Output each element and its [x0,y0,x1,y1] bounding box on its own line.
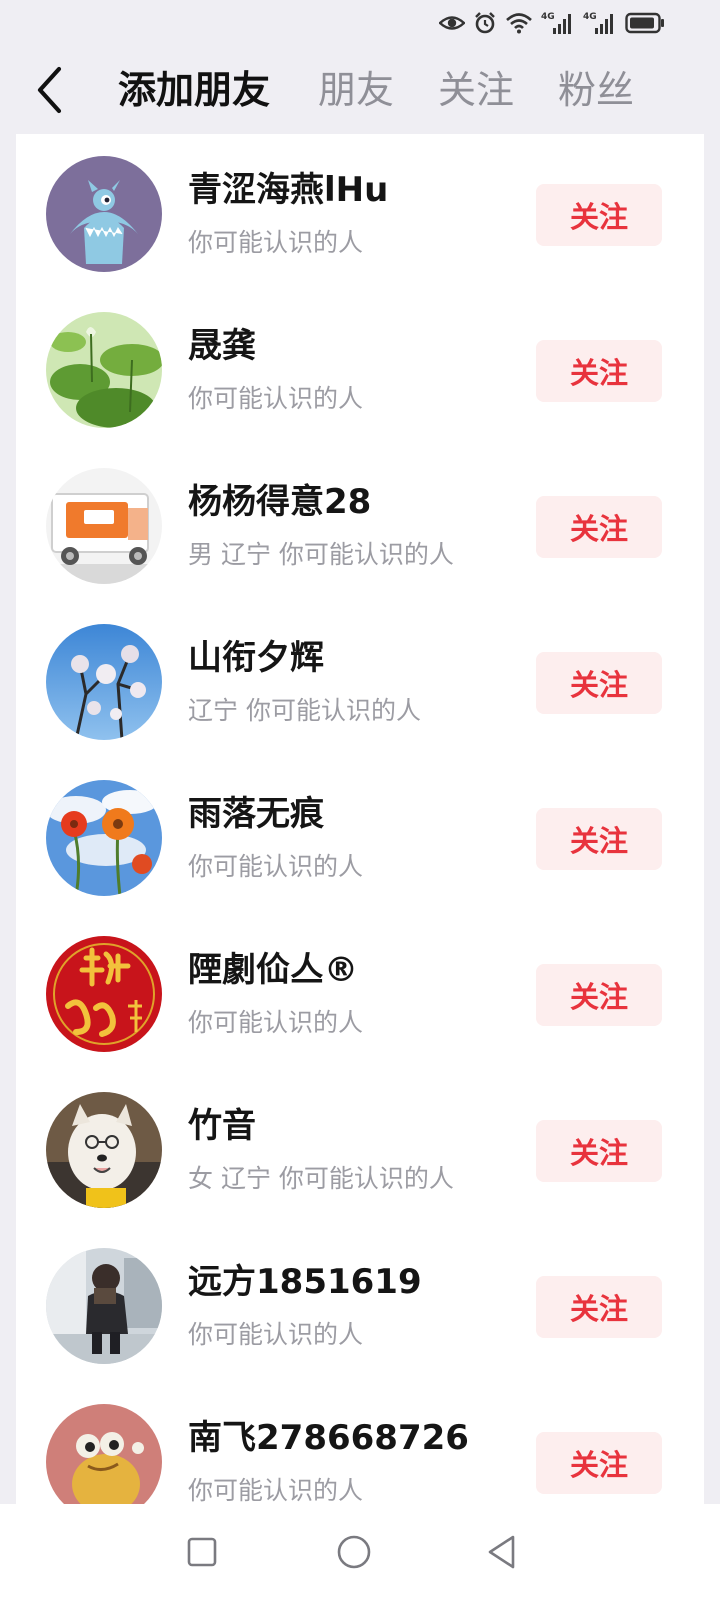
avatar[interactable] [46,780,162,896]
follow-button[interactable]: 关注 [536,340,662,402]
user-subtitle: 你可能认识的人 [188,1320,364,1349]
list-item[interactable]: 远方1851619 你可能认识的人 关注 [16,1226,704,1382]
recent-apps-button[interactable] [174,1524,230,1580]
avatar[interactable] [46,1092,162,1208]
system-nav-bar [0,1504,720,1600]
follow-button[interactable]: 关注 [536,184,662,246]
list-item[interactable]: 南飞278668726 你可能认识的人 关注 [16,1382,704,1504]
avatar[interactable] [46,156,162,272]
tab-followers[interactable]: 粉丝 [558,66,634,114]
battery-icon [625,12,665,34]
user-name[interactable]: 远方1851619 [188,1260,422,1304]
user-subtitle: 女 辽宁 你可能认识的人 [188,1164,454,1193]
follow-button[interactable]: 关注 [536,1120,662,1182]
avatar[interactable] [46,624,162,740]
avatar[interactable] [46,312,162,428]
alarm-icon [473,11,497,35]
tab-friends[interactable]: 朋友 [318,66,394,114]
wifi-icon [505,12,533,34]
square-icon [187,1537,217,1567]
circle-icon [337,1535,371,1569]
signal-4g-icon: 4G [583,10,617,36]
home-button[interactable] [326,1524,382,1580]
triangle-back-icon [488,1535,515,1569]
back-button[interactable] [28,64,72,116]
user-subtitle: 你可能认识的人 [188,384,364,413]
user-subtitle: 男 辽宁 你可能认识的人 [188,540,454,569]
list-item[interactable]: 晟龚 你可能认识的人 关注 [16,290,704,446]
follow-button[interactable]: 关注 [536,1432,662,1494]
status-bar: 4G 4G [0,0,720,44]
user-list: 青涩海燕lHu 你可能认识的人 关注 晟龚 你可能认识的人 关注 杨杨得意28 … [16,134,704,1504]
avatar[interactable] [46,1404,162,1504]
user-name[interactable]: 南飞278668726 [188,1416,469,1460]
list-item[interactable]: 雨落无痕 你可能认识的人 关注 [16,758,704,914]
network-label-1: 4G [541,12,555,22]
header: 添加朋友 朋友 关注 粉丝 [0,44,720,136]
network-label-2: 4G [583,12,597,22]
user-name[interactable]: 青涩海燕lHu [188,168,388,212]
avatar[interactable] [46,1248,162,1364]
tab-add-friends[interactable]: 添加朋友 [118,66,270,114]
eye-icon [439,14,465,32]
list-item[interactable]: 山衔夕辉 辽宁 你可能认识的人 关注 [16,602,704,758]
user-subtitle: 你可能认识的人 [188,228,364,257]
follow-button[interactable]: 关注 [536,808,662,870]
user-subtitle: 你可能认识的人 [188,1008,364,1037]
user-name[interactable]: 陻劇佡亼® [188,948,358,992]
back-nav-button[interactable] [474,1524,530,1580]
follow-button[interactable]: 关注 [536,1276,662,1338]
follow-button[interactable]: 关注 [536,964,662,1026]
follow-button[interactable]: 关注 [536,652,662,714]
avatar[interactable] [46,936,162,1052]
user-name[interactable]: 晟龚 [188,324,256,368]
tab-following[interactable]: 关注 [438,66,514,114]
chevron-left-icon [37,66,62,114]
user-subtitle: 辽宁 你可能认识的人 [188,696,421,725]
user-name[interactable]: 雨落无痕 [188,792,324,836]
user-subtitle: 你可能认识的人 [188,1476,364,1504]
signal-4g-icon: 4G [541,10,575,36]
follow-button[interactable]: 关注 [536,496,662,558]
list-item[interactable]: 竹音 女 辽宁 你可能认识的人 关注 [16,1070,704,1226]
list-item[interactable]: 陻劇佡亼® 你可能认识的人 关注 [16,914,704,1070]
user-name[interactable]: 竹音 [188,1104,256,1148]
list-item[interactable]: 青涩海燕lHu 你可能认识的人 关注 [16,134,704,290]
list-item[interactable]: 杨杨得意28 男 辽宁 你可能认识的人 关注 [16,446,704,602]
avatar[interactable] [46,468,162,584]
user-name[interactable]: 山衔夕辉 [188,636,324,680]
user-name[interactable]: 杨杨得意28 [188,480,371,524]
user-subtitle: 你可能认识的人 [188,852,364,881]
status-icons: 4G 4G [439,8,665,38]
